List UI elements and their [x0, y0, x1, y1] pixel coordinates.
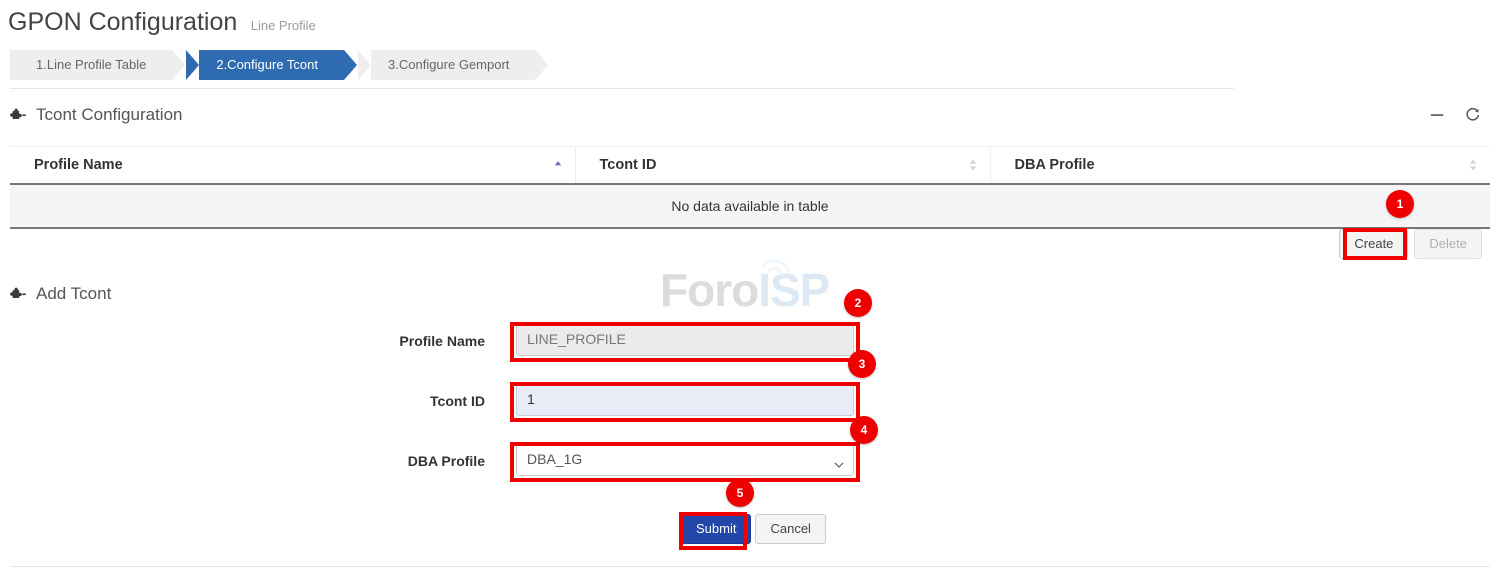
watermark-isp: ISP: [758, 264, 829, 316]
page-title: GPON Configuration: [8, 8, 237, 37]
column-header-dba-profile[interactable]: DBA Profile: [990, 147, 1490, 185]
page-subtitle: Line Profile: [251, 18, 316, 33]
watermark-foro: Foro: [660, 264, 758, 316]
delete-button[interactable]: Delete: [1414, 229, 1482, 259]
table-empty-row: No data available in table: [10, 184, 1490, 228]
sort-none-icon: [1468, 157, 1478, 173]
tcont-id-input[interactable]: [516, 382, 854, 416]
add-tcont-form: Profile Name Tcont ID DBA Profile DBA_1G: [0, 322, 1500, 502]
label-dba-profile: DBA Profile: [320, 444, 485, 478]
puzzle-piece-icon: [10, 287, 26, 303]
add-tcont-title: Add Tcont: [36, 284, 111, 304]
tcont-configuration-title: Tcont Configuration: [36, 105, 182, 125]
table-actions: Create Delete: [1339, 229, 1482, 259]
refresh-icon[interactable]: [1464, 106, 1482, 124]
dba-profile-select-wrap: DBA_1G: [516, 442, 854, 476]
label-profile-name: Profile Name: [320, 324, 485, 358]
watermark-arc-inner: [763, 267, 785, 285]
form-buttons: Submit Cancel: [681, 514, 826, 544]
tcont-table-head: Profile Name Tcont ID DBA Profile: [10, 147, 1490, 185]
cancel-button[interactable]: Cancel: [755, 514, 825, 544]
submit-button[interactable]: Submit: [681, 514, 751, 544]
minus-icon[interactable]: [1428, 106, 1446, 124]
sort-none-icon: [968, 157, 978, 173]
form-row-tcont-id: Tcont ID: [0, 382, 1500, 442]
step-configure-gemport[interactable]: 3.Configure Gemport: [358, 50, 535, 80]
annotation-badge-5: 5: [726, 479, 754, 507]
column-header-tcont-id[interactable]: Tcont ID: [575, 147, 990, 185]
tcont-table: Profile Name Tcont ID DBA Profile: [10, 146, 1490, 229]
form-row-profile-name: Profile Name: [0, 322, 1500, 382]
annotation-badge-3: 3: [848, 350, 876, 378]
step-line-profile-table[interactable]: 1.Line Profile Table: [10, 50, 172, 80]
foroisp-watermark: ForoISP: [660, 255, 860, 325]
puzzle-piece-icon: [10, 108, 26, 124]
dba-profile-select[interactable]: DBA_1G: [516, 442, 854, 476]
annotation-badge-2: 2: [844, 289, 872, 317]
column-label-tcont-id: Tcont ID: [600, 157, 657, 173]
column-label-profile-name: Profile Name: [34, 157, 123, 173]
tcont-table-body: No data available in table: [10, 184, 1490, 228]
step-wizard: 1.Line Profile Table 2.Configure Tcont 3…: [10, 50, 549, 80]
page-header: GPON Configuration Line Profile: [8, 8, 316, 37]
watermark-text: ForoISP: [660, 255, 860, 325]
column-header-profile-name[interactable]: Profile Name: [10, 147, 575, 185]
panel-tools: [1428, 106, 1482, 124]
add-tcont-header: Add Tcont: [10, 284, 111, 304]
sort-asc-icon: [553, 157, 563, 173]
profile-name-input[interactable]: [516, 322, 854, 356]
table-empty-message: No data available in table: [10, 184, 1490, 228]
create-button[interactable]: Create: [1339, 229, 1408, 259]
steps-underline: [10, 88, 1234, 89]
annotation-badge-1: 1: [1386, 190, 1414, 218]
tcont-configuration-header: Tcont Configuration: [10, 105, 182, 125]
column-label-dba-profile: DBA Profile: [1015, 157, 1095, 173]
bottom-divider: [10, 566, 1490, 567]
label-tcont-id: Tcont ID: [320, 384, 485, 418]
watermark-arc-outer: [754, 259, 794, 287]
annotation-badge-4: 4: [850, 416, 878, 444]
step-configure-tcont[interactable]: 2.Configure Tcont: [186, 50, 344, 80]
table-header-row: Profile Name Tcont ID DBA Profile: [10, 147, 1490, 185]
